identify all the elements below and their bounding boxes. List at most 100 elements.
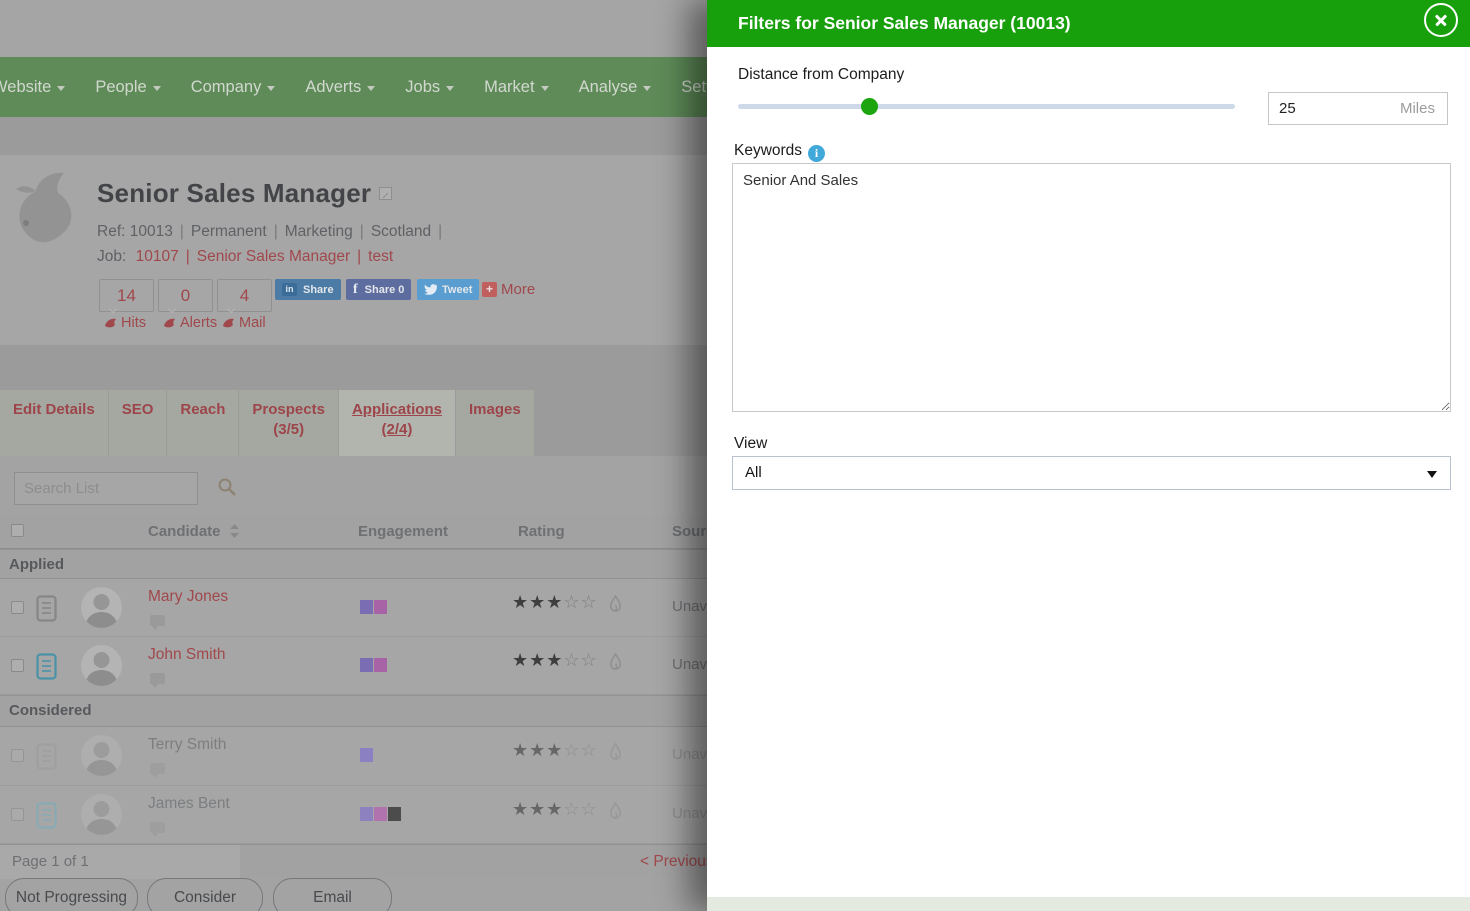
alerts-link[interactable]: Alerts: [163, 315, 217, 331]
tab-applications[interactable]: Applications(2/4): [339, 390, 456, 456]
nav-item-label: Company: [191, 78, 262, 97]
engagement-swatch: [360, 748, 373, 762]
facebook-share-button[interactable]: fShare 0: [346, 279, 411, 300]
more-share-icon[interactable]: +: [482, 282, 497, 297]
chevron-down-icon: [446, 86, 454, 91]
job-ref: Ref: 10013: [97, 223, 173, 240]
job-category: Marketing: [285, 223, 353, 240]
search-input[interactable]: [14, 472, 198, 505]
page-indicator: Page 1 of 1: [12, 853, 89, 870]
nav-item-people[interactable]: People: [95, 78, 160, 97]
rating-stars[interactable]: ★★★☆☆: [512, 592, 598, 613]
hits-count-box[interactable]: 14: [99, 279, 154, 312]
document-icon[interactable]: [36, 595, 57, 627]
not-progressing-button[interactable]: Not Progressing: [5, 878, 138, 911]
job-tag-link[interactable]: test: [368, 248, 393, 265]
column-engagement: Engagement: [358, 523, 448, 540]
more-share-label[interactable]: More: [501, 281, 535, 298]
nav-item-analyse[interactable]: Analyse: [579, 78, 652, 97]
nav-item-jobs[interactable]: Jobs: [405, 78, 454, 97]
nav-item-website[interactable]: Website: [0, 78, 65, 97]
column-candidate[interactable]: Candidate: [148, 523, 239, 540]
comment-bubble-icon[interactable]: [150, 615, 165, 626]
tab-prospects[interactable]: Prospects(3/5): [239, 390, 339, 456]
distance-slider-handle[interactable]: [861, 98, 878, 115]
comment-bubble-icon[interactable]: [150, 763, 165, 774]
distance-value-input[interactable]: [1269, 100, 1379, 117]
mail-link[interactable]: Mail: [222, 315, 266, 331]
nav-item-adverts[interactable]: Adverts: [305, 78, 375, 97]
comment-bubble-icon[interactable]: [150, 673, 165, 684]
row-checkbox[interactable]: [11, 749, 24, 762]
nav-item-market[interactable]: Market: [484, 78, 548, 97]
nav-item-label: People: [95, 78, 146, 97]
engagement-swatch: [374, 600, 387, 614]
view-selected-value: All: [745, 464, 762, 481]
distance-slider-track[interactable]: [738, 104, 1235, 109]
keywords-textarea[interactable]: Senior And Sales: [732, 163, 1451, 412]
view-select[interactable]: All: [732, 456, 1451, 490]
row-checkbox[interactable]: [11, 601, 24, 614]
engagement-indicator: [360, 600, 388, 614]
consider-button[interactable]: Consider: [147, 878, 263, 911]
candidate-name-link[interactable]: Mary Jones: [148, 588, 228, 606]
row-checkbox[interactable]: [11, 808, 24, 821]
document-icon[interactable]: [36, 743, 57, 775]
mail-count-box[interactable]: 4: [217, 279, 272, 312]
chevron-down-icon: [267, 86, 275, 91]
job-link-line: Job: 10107|Senior Sales Manager|test: [97, 248, 393, 266]
avatar[interactable]: [81, 794, 122, 835]
screen: Website People Company Adverts Jobs Market Ana…: [0, 0, 1470, 911]
previous-page-link[interactable]: < Previous: [640, 853, 714, 871]
candidate-name-link[interactable]: James Bent: [148, 795, 230, 813]
edit-title-icon[interactable]: [379, 187, 392, 200]
filters-modal: Filters for Senior Sales Manager (10013)…: [707, 0, 1470, 911]
linkedin-share-button[interactable]: inShare: [275, 279, 341, 300]
twitter-bird-icon: [424, 284, 437, 295]
document-icon[interactable]: [36, 653, 57, 685]
tab-images[interactable]: Images: [456, 390, 535, 456]
linkedin-icon: in: [282, 283, 297, 296]
nav-item-company[interactable]: Company: [191, 78, 276, 97]
job-region: Scotland: [371, 223, 431, 240]
sort-icon[interactable]: [230, 524, 239, 538]
avatar[interactable]: [81, 735, 122, 776]
tab-seo[interactable]: SEO: [109, 390, 168, 456]
engagement-swatch: [360, 600, 373, 614]
alerts-count-box[interactable]: 0: [158, 279, 213, 312]
tab-reach[interactable]: Reach: [167, 390, 239, 456]
rating-stars[interactable]: ★★★☆☆: [512, 740, 598, 761]
job-number-link[interactable]: 10107: [136, 248, 179, 265]
nav-item-label: Adverts: [305, 78, 361, 97]
tweet-button[interactable]: Tweet: [417, 279, 479, 300]
select-all-checkbox[interactable]: [11, 524, 24, 537]
search-icon[interactable]: [217, 477, 237, 497]
job-label: Job:: [97, 248, 126, 265]
fish-icon: [222, 317, 236, 329]
tab-edit-details[interactable]: Edit Details: [0, 390, 109, 456]
candidate-name-link[interactable]: John Smith: [148, 646, 226, 664]
close-icon[interactable]: [1424, 3, 1458, 37]
nav-items: Website People Company Adverts Jobs Market Ana…: [0, 78, 755, 97]
flame-icon: [608, 595, 623, 619]
chevron-down-icon: [643, 86, 651, 91]
chevron-down-icon: [367, 86, 375, 91]
document-icon[interactable]: [36, 802, 57, 834]
candidate-name-link[interactable]: Terry Smith: [148, 736, 226, 754]
row-checkbox[interactable]: [11, 659, 24, 672]
engagement-swatch: [360, 658, 373, 672]
email-button[interactable]: Email: [273, 878, 392, 911]
avatar[interactable]: [81, 645, 122, 686]
comment-bubble-icon[interactable]: [150, 822, 165, 833]
chevron-down-icon: [57, 86, 65, 91]
engagement-swatch: [374, 658, 387, 672]
job-name-link[interactable]: Senior Sales Manager: [197, 248, 350, 265]
keywords-label: Keywordsi: [734, 142, 825, 160]
engagement-swatch: [388, 807, 401, 821]
rating-stars[interactable]: ★★★☆☆: [512, 650, 598, 671]
rating-stars[interactable]: ★★★☆☆: [512, 799, 598, 820]
hits-link[interactable]: Hits: [104, 315, 146, 331]
flame-icon: [608, 653, 623, 677]
info-icon[interactable]: i: [808, 145, 825, 162]
avatar[interactable]: [81, 587, 122, 628]
